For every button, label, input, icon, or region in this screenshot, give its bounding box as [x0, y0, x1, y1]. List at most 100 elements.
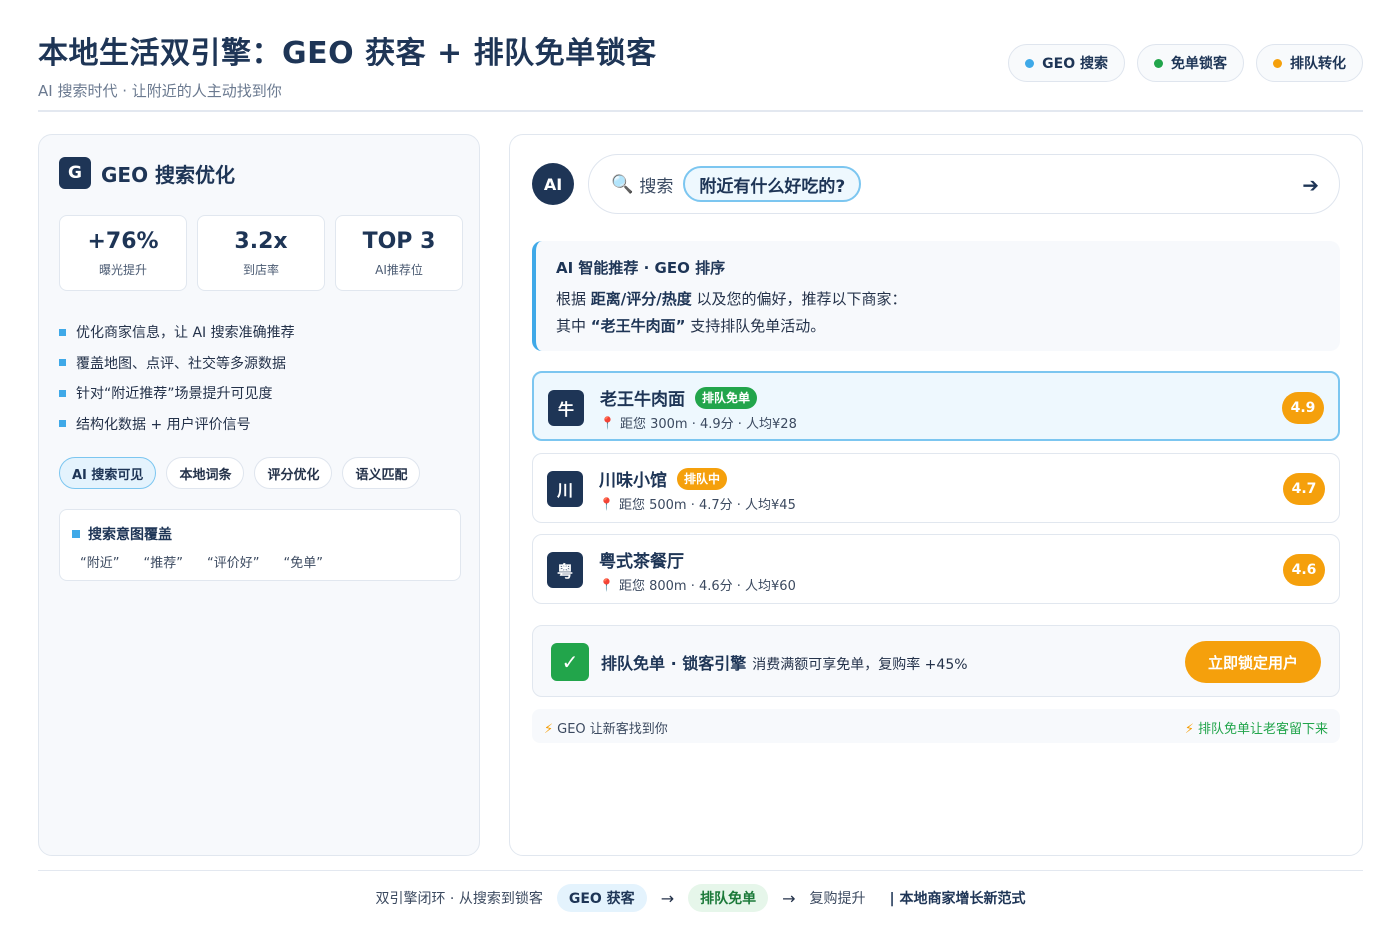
legend-label: 免单锁客: [1171, 56, 1227, 72]
square-bullet-icon: [59, 328, 66, 336]
legend-free-order: 免单锁客: [1137, 44, 1244, 82]
stat-card: TOP 3 AI推荐位: [335, 215, 463, 291]
ai-avatar: AI: [532, 163, 574, 205]
geo-panel: G GEO 搜索优化 +76% 曝光提升 3.2x 到店率 TOP 3 AI推荐…: [38, 134, 480, 856]
pin-icon: 📍: [599, 577, 614, 592]
rating-badge: 4.7: [1283, 473, 1325, 505]
free-order-summary: ⚡ 排队免单让老客留下来: [1184, 722, 1328, 737]
legend-geo-search: GEO 搜索: [1008, 44, 1125, 82]
shop-card-yueshi[interactable]: 粤 粤式茶餐厅 📍 距您 800m · 4.6分 · 人均¥60 4.6: [532, 534, 1340, 604]
tag-group: AI 搜索可见 本地词条 评分优化 语义匹配: [59, 457, 421, 489]
pin-icon: 📍: [599, 496, 614, 511]
check-icon: ✓: [551, 643, 589, 681]
list-item: 覆盖地图、点评、社交等多源数据: [59, 348, 295, 379]
geo-summary: ⚡ GEO 让新客找到你: [544, 722, 668, 737]
rating-badge: 4.6: [1283, 554, 1325, 586]
tag-ai-search-visible[interactable]: AI 搜索可见: [59, 457, 157, 489]
list-item: 针对“附近推荐”场景提升可见度: [59, 378, 295, 409]
ai-search-panel: AI 🔍 搜索 附近有什么好吃的? ➔ AI 智能推荐 · GEO 排序 根据 …: [509, 134, 1363, 856]
tag-local-terms[interactable]: 本地词条: [166, 457, 245, 489]
arrow-right-icon: →: [660, 888, 675, 908]
free-order-badge: 排队免单: [695, 386, 758, 409]
list-item-text: 覆盖地图、点评、社交等多源数据: [76, 355, 286, 372]
stat-label: 曝光提升: [98, 263, 147, 277]
list-item: 优化商家信息，让 AI 搜索准确推荐: [59, 317, 295, 348]
blue-dot-icon: [1025, 58, 1035, 68]
geo-panel-title: GEO 搜索优化: [101, 162, 236, 187]
cta-title: 排队免单 · 锁客引擎: [601, 654, 747, 673]
page-subtitle: AI 搜索时代 · 让附近的人主动找到你: [38, 82, 282, 100]
orange-dot-icon: [1273, 58, 1282, 68]
green-dot-icon: [1154, 58, 1163, 68]
lightning-icon: ⚡: [1184, 722, 1194, 737]
cta-text: 排队免单 · 锁客引擎 消费满额可享免单，复购率 +45%: [601, 650, 968, 674]
search-query[interactable]: 附近有什么好吃的?: [683, 166, 862, 202]
stat-value: +76%: [87, 229, 159, 254]
flow-step-geo: GEO 获客: [556, 884, 647, 912]
intent-word: “附近”: [80, 556, 120, 571]
queue-badge: 排队中: [677, 467, 728, 490]
intent-word: “评价好”: [206, 556, 260, 571]
shop-avatar: 川: [547, 471, 583, 507]
shop-card-laowang[interactable]: 牛 老王牛肉面 排队免单 📍 距您 300m · 4.9分 · 人均¥28 4.9: [532, 371, 1340, 441]
shop-name: 川味小馆: [599, 471, 667, 491]
arrow-right-icon: →: [782, 888, 796, 908]
recommendation-title: AI 智能推荐 · GEO 排序: [556, 259, 726, 277]
flow: 双引擎闭环 · 从搜索到锁客 GEO 获客 → 排队免单 → 复购提升 | 本地…: [38, 884, 1363, 912]
feature-list: 优化商家信息，让 AI 搜索准确推荐 覆盖地图、点评、社交等多源数据 针对“附近…: [59, 317, 295, 439]
list-item-text: 优化商家信息，让 AI 搜索准确推荐: [76, 325, 295, 342]
shop-name-row: 粤式茶餐厅: [599, 547, 684, 572]
bottom-flow-bar: 双引擎闭环 · 从搜索到锁客 GEO 获客 → 排队免单 → 复购提升 | 本地…: [38, 870, 1363, 933]
stat-label: 到店率: [242, 263, 279, 277]
square-bullet-icon: [59, 359, 66, 367]
shop-card-chuanwei[interactable]: 川 川味小馆 排队中 📍 距您 500m · 4.7分 · 人均¥45 4.7: [532, 453, 1340, 523]
shop-name-row: 老王牛肉面 排队免单: [600, 385, 758, 410]
shop-meta: 📍 距您 800m · 4.6分 · 人均¥60: [599, 577, 796, 595]
recommendation-line: 其中 “老王牛肉面” 支持排队免单活动。: [556, 317, 826, 335]
stat-value: 3.2x: [234, 229, 288, 254]
lock-user-button[interactable]: 立即锁定用户: [1185, 641, 1321, 683]
shop-name: 老王牛肉面: [600, 390, 685, 410]
square-bullet-icon: [59, 420, 66, 428]
flow-step-repurchase: 复购提升: [809, 891, 866, 907]
search-bar[interactable]: 🔍 搜索 附近有什么好吃的? ➔: [588, 154, 1340, 214]
shop-avatar: 牛: [548, 390, 584, 426]
intent-word: “推荐”: [143, 556, 183, 571]
intent-title: 搜索意图覆盖: [72, 524, 442, 544]
recommendation-line: 根据 距离/评分/热度 以及您的偏好，推荐以下商家：: [556, 290, 907, 308]
stat-label: AI推荐位: [375, 263, 423, 277]
ai-recommendation: AI 智能推荐 · GEO 排序 根据 距离/评分/热度 以及您的偏好，推荐以下…: [532, 241, 1340, 351]
tag-rating-optimization[interactable]: 评分优化: [254, 457, 333, 489]
list-item-text: 针对“附近推荐”场景提升可见度: [76, 386, 273, 403]
engine-summary: ⚡ GEO 让新客找到你 ⚡ 排队免单让老客留下来: [532, 709, 1340, 743]
header: 本地生活双引擎：GEO 获客 + 排队免单锁客 AI 搜索时代 · 让附近的人主…: [38, 28, 1363, 112]
intent-word: “免单”: [283, 556, 323, 571]
lock-customer-card: ✓ 排队免单 · 锁客引擎 消费满额可享免单，复购率 +45% 立即锁定用户: [532, 625, 1340, 697]
list-item: 结构化数据 + 用户评价信号: [59, 409, 295, 440]
pin-icon: 📍: [600, 415, 615, 430]
arrow-right-icon[interactable]: ➔: [1302, 173, 1319, 197]
lightning-icon: ⚡: [544, 722, 554, 737]
flow-prefix: 双引擎闭环 · 从搜索到锁客: [375, 891, 543, 907]
search-label: 搜索: [639, 176, 674, 197]
intent-words: “附近” “推荐” “评价好” “免单”: [72, 552, 442, 571]
tag-semantic-match[interactable]: 语义匹配: [342, 457, 421, 489]
list-item-text: 结构化数据 + 用户评价信号: [76, 416, 251, 433]
shop-name-row: 川味小馆 排队中: [599, 466, 728, 491]
stats-row: +76% 曝光提升 3.2x 到店率 TOP 3 AI推荐位: [59, 215, 463, 291]
flow-step-free-order: 排队免单: [688, 884, 769, 912]
intent-title-text: 搜索意图覆盖: [88, 527, 172, 543]
square-bullet-icon: [59, 389, 66, 397]
square-bullet-icon: [72, 530, 80, 538]
geo-panel-header: G GEO 搜索优化: [59, 157, 235, 189]
legend: GEO 搜索 免单锁客 排队转化: [1008, 44, 1363, 82]
flow-tagline: | 本地商家增长新范式: [889, 891, 1026, 907]
stat-value: TOP 3: [362, 229, 436, 254]
shop-meta: 📍 距您 500m · 4.7分 · 人均¥45: [599, 496, 796, 514]
legend-queue-conversion: 排队转化: [1256, 44, 1363, 82]
search-intent-card: 搜索意图覆盖 “附近” “推荐” “评价好” “免单”: [59, 509, 461, 581]
stat-card: +76% 曝光提升: [59, 215, 187, 291]
stat-card: 3.2x 到店率: [197, 215, 325, 291]
legend-label: GEO 搜索: [1042, 56, 1108, 72]
shop-avatar: 粤: [547, 552, 583, 588]
